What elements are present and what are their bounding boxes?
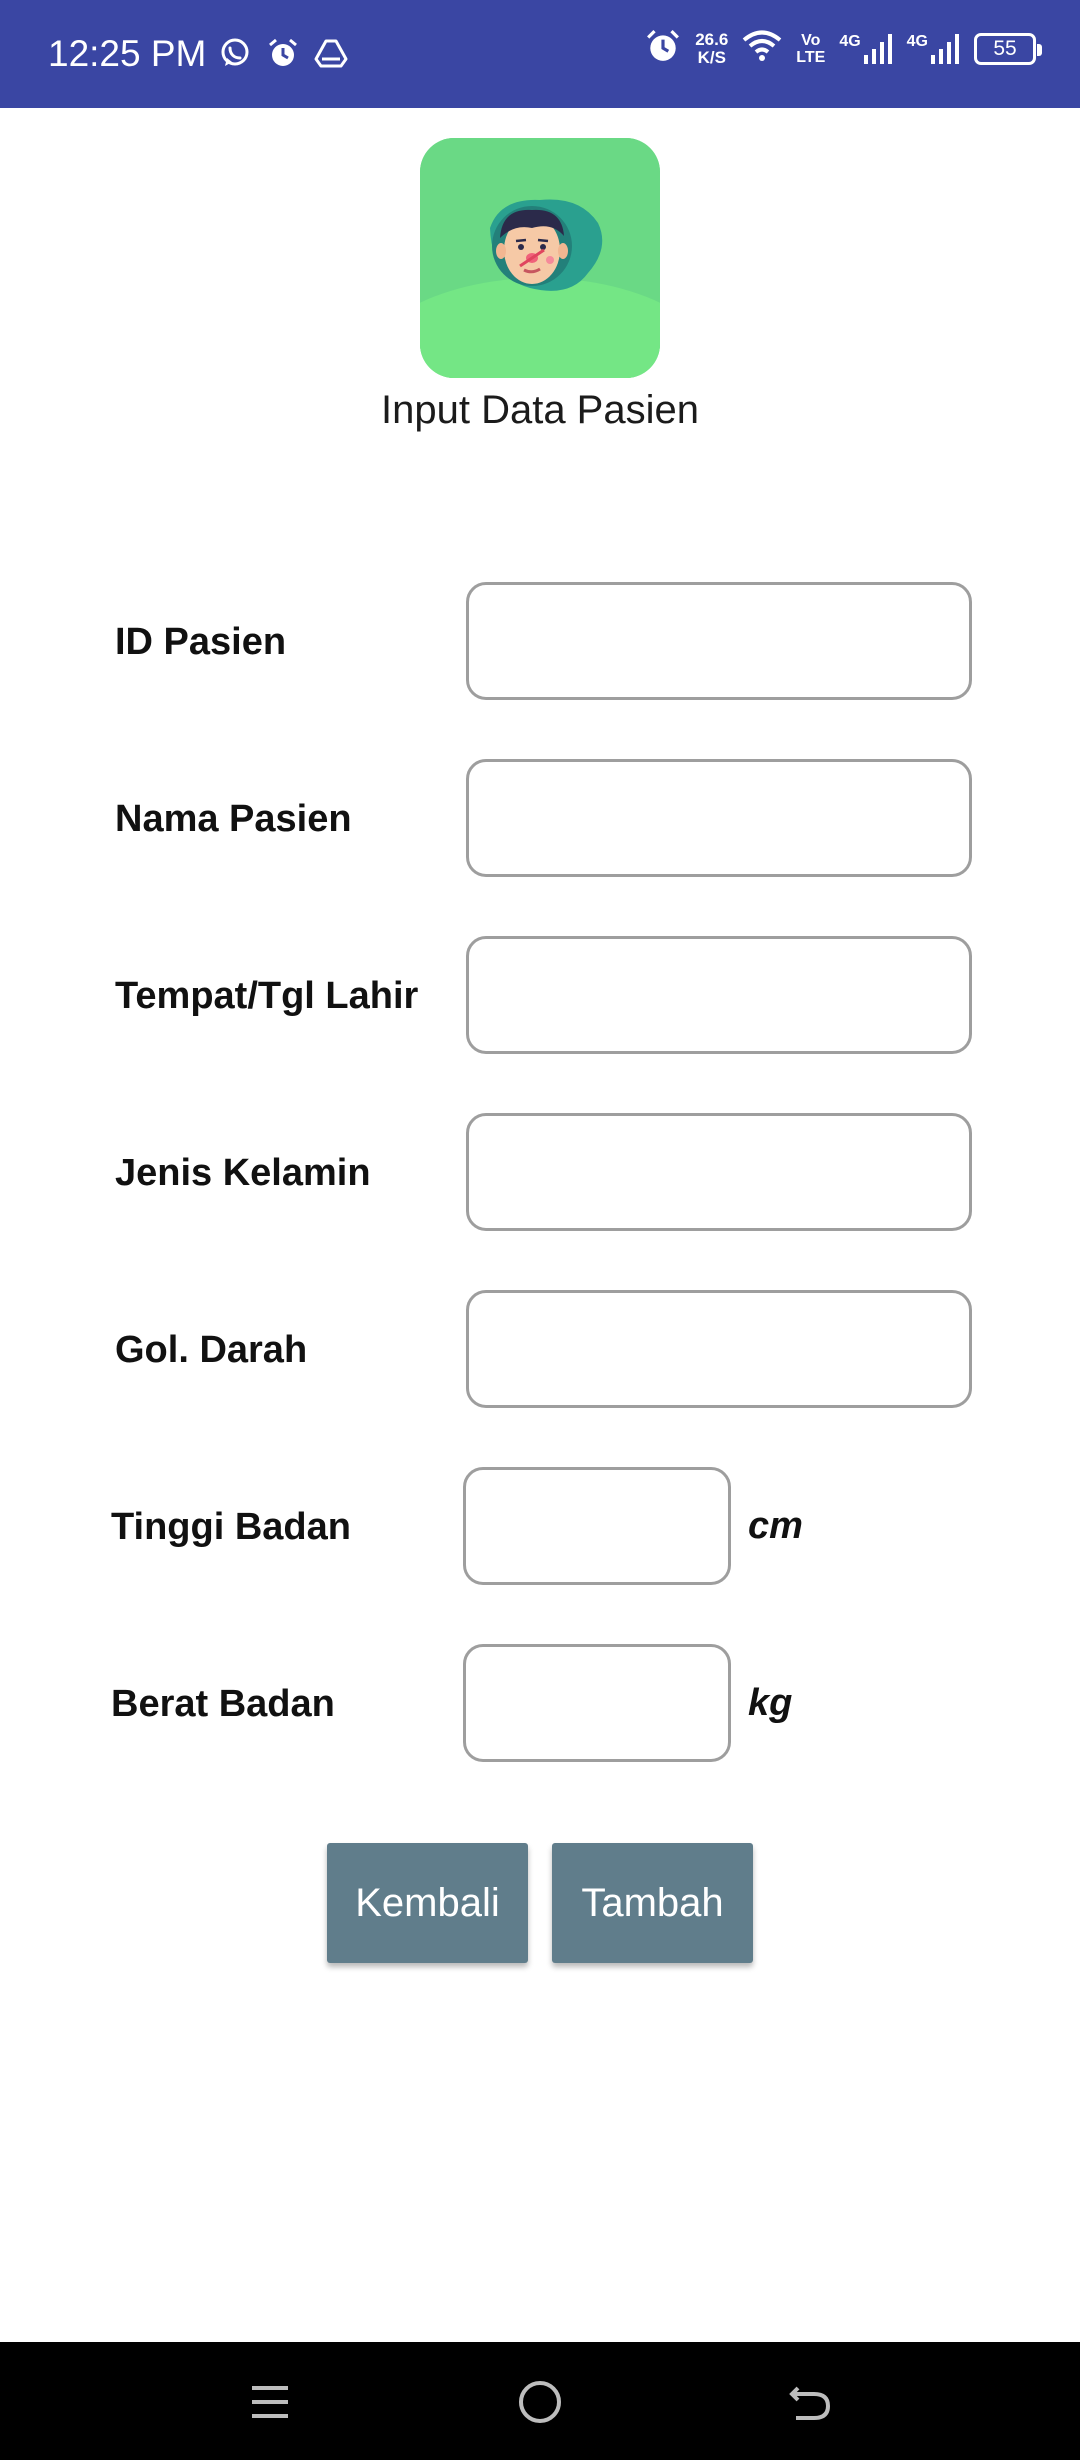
wifi-icon xyxy=(742,29,782,68)
system-indicators: 26.6 K/S Vo LTE 4G 4G 55 xyxy=(645,28,1042,69)
birth-place-date-input[interactable] xyxy=(466,936,972,1054)
battery-level: 55 xyxy=(993,36,1017,60)
gender-label: Jenis Kelamin xyxy=(115,1152,371,1194)
menu-icon[interactable] xyxy=(240,2372,300,2432)
home-icon[interactable] xyxy=(510,2372,570,2432)
back-icon[interactable] xyxy=(780,2372,840,2432)
patient-avatar-icon xyxy=(420,138,660,378)
height-unit: cm xyxy=(748,1505,803,1547)
whatsapp-icon xyxy=(218,36,252,75)
network-speed-unit: K/S xyxy=(697,47,726,67)
volte-top: Vo xyxy=(801,31,821,49)
patient-id-input[interactable] xyxy=(466,582,972,700)
weight-input[interactable] xyxy=(463,1644,731,1762)
height-input[interactable] xyxy=(463,1467,731,1585)
signal-1: 4G xyxy=(839,33,892,65)
weight-label: Berat Badan xyxy=(111,1683,335,1725)
battery-indicator: 55 xyxy=(974,32,1042,65)
blood-type-label: Gol. Darah xyxy=(115,1329,308,1371)
alarm-icon xyxy=(266,36,300,75)
signal-1-label: 4G xyxy=(839,32,861,50)
signal-bars-icon xyxy=(931,33,959,64)
back-button[interactable]: Kembali xyxy=(327,1843,528,1963)
volte-indicator: Vo LTE xyxy=(796,32,825,66)
name-label: Nama Pasien xyxy=(115,798,352,840)
gender-input[interactable] xyxy=(466,1113,972,1231)
signal-2: 4G xyxy=(907,33,960,65)
add-button[interactable]: Tambah xyxy=(552,1843,753,1963)
id-label: ID Pasien xyxy=(115,621,287,663)
drive-icon xyxy=(314,36,348,75)
status-time: 12:25 PM xyxy=(48,33,207,74)
network-speed: 26.6 K/S xyxy=(695,29,729,67)
volte-bottom: LTE xyxy=(796,48,826,66)
page-title: Input Data Pasien xyxy=(381,388,699,432)
signal-bars-icon xyxy=(863,33,892,64)
patient-name-input[interactable] xyxy=(466,759,972,877)
network-speed-value: 26.6 xyxy=(695,29,729,49)
status-bar: 12:25 PM 26.6 K/S Vo LTE 4G 4G 55 xyxy=(0,0,1080,108)
height-label: Tinggi Badan xyxy=(111,1506,351,1548)
notification-icons xyxy=(218,36,348,75)
alarm-clock-icon xyxy=(645,28,681,69)
navigation-bar xyxy=(0,2342,1080,2460)
signal-2-label: 4G xyxy=(906,32,928,50)
weight-unit: kg xyxy=(748,1682,793,1724)
blood-type-input[interactable] xyxy=(466,1290,972,1408)
birth-label: Tempat/Tgl Lahir xyxy=(115,975,419,1017)
